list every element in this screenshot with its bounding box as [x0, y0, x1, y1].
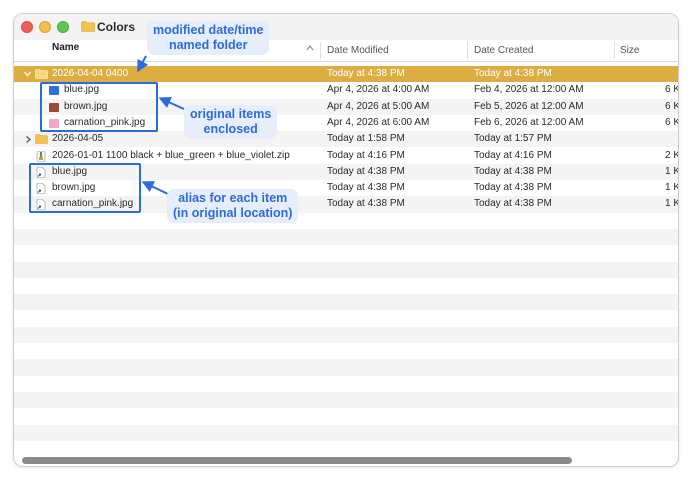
annotation-text: alias for each item — [178, 191, 288, 205]
folder-icon — [35, 69, 48, 79]
date-modified: Apr 4, 2026 at 4:00 AM — [327, 84, 430, 96]
annotation-text: enclosed — [203, 122, 258, 136]
file-size: 1 K — [665, 182, 679, 194]
alias-items-highlight — [29, 163, 141, 213]
annotation-text: named folder — [168, 38, 248, 52]
chevron-right-icon[interactable] — [24, 135, 32, 144]
sort-ascending-icon[interactable] — [306, 44, 314, 52]
finder-window: Colors Name Date Modified Date Created S… — [13, 13, 679, 467]
date-created: Today at 4:38 PM — [474, 182, 552, 194]
annotation-alias-note: alias for each item (in original locatio… — [167, 189, 299, 223]
date-modified: Today at 4:38 PM — [327, 165, 405, 177]
file-row[interactable]: 2026-04-04 0400 Today at 4:38 PM Today a… — [14, 66, 678, 83]
date-modified: Today at 4:38 PM — [327, 198, 405, 210]
annotation-folder-note: modified date/time named folder — [147, 21, 270, 55]
file-name: 2026-04-04 0400 — [52, 68, 129, 79]
file-row[interactable]: 2026-01-01 1100 black + blue_green + blu… — [14, 148, 678, 164]
file-name: 2026-01-01 1100 black + blue_green + blu… — [52, 149, 290, 161]
date-modified: Today at 4:38 PM — [327, 182, 405, 194]
file-row[interactable]: 2026-04-05 Today at 1:58 PM Today at 1:5… — [14, 131, 678, 148]
empty-row — [14, 359, 678, 376]
column-header-name[interactable]: Name — [52, 42, 79, 53]
annotation-text: original items — [190, 107, 272, 121]
column-divider[interactable] — [614, 42, 615, 59]
date-created: Today at 4:38 PM — [474, 198, 552, 210]
date-created: Feb 6, 2026 at 12:00 AM — [474, 116, 584, 128]
file-name: 2026-04-05 — [52, 133, 104, 145]
annotation-enclosed-note: original items enclosed — [184, 105, 278, 139]
zoom-button[interactable] — [57, 21, 69, 33]
date-modified: Apr 4, 2026 at 6:00 AM — [327, 116, 430, 128]
close-button[interactable] — [21, 21, 33, 33]
annotation-text: modified date/time — [153, 23, 264, 37]
date-created: Today at 4:38 PM — [474, 165, 552, 177]
date-modified: Today at 4:16 PM — [327, 149, 405, 161]
empty-row — [14, 294, 678, 311]
empty-row — [14, 261, 678, 278]
column-divider[interactable] — [320, 42, 321, 59]
annotation-text: (in original location) — [173, 206, 293, 220]
file-size: 6 K — [665, 116, 679, 128]
column-header-date-modified[interactable]: Date Modified — [327, 45, 389, 56]
file-size: 1 K — [665, 165, 679, 177]
file-size: 6 K — [665, 84, 679, 96]
column-header-size[interactable]: Size — [620, 45, 639, 56]
scrollbar-thumb[interactable] — [22, 457, 572, 464]
chevron-down-icon[interactable] — [23, 70, 32, 78]
title-bar: Colors — [14, 14, 678, 40]
empty-row — [14, 326, 678, 344]
minimize-button[interactable] — [39, 21, 51, 33]
column-header: Name Date Modified Date Created Size — [14, 40, 678, 62]
column-divider[interactable] — [467, 42, 468, 59]
column-header-date-created[interactable]: Date Created — [474, 45, 533, 56]
folder-icon — [35, 134, 48, 144]
folder-icon — [81, 21, 95, 32]
date-created: Feb 5, 2026 at 12:00 AM — [474, 100, 584, 112]
date-created: Feb 4, 2026 at 12:00 AM — [474, 84, 584, 96]
file-size: 2 K — [665, 149, 679, 161]
empty-row — [14, 229, 678, 246]
date-modified: Today at 4:38 PM — [327, 68, 405, 79]
file-size: 1 K — [665, 198, 679, 210]
empty-row — [14, 424, 678, 441]
enclosed-items-highlight — [40, 82, 158, 132]
window-title: Colors — [97, 20, 136, 34]
date-created: Today at 4:16 PM — [474, 149, 552, 161]
date-created: Today at 1:57 PM — [474, 133, 552, 145]
date-created: Today at 4:38 PM — [474, 68, 552, 79]
file-size: 6 K — [665, 100, 679, 112]
date-modified: Today at 1:58 PM — [327, 133, 405, 145]
empty-row — [14, 392, 678, 409]
zip-archive-icon — [36, 150, 46, 162]
date-modified: Apr 4, 2026 at 5:00 AM — [327, 100, 430, 112]
